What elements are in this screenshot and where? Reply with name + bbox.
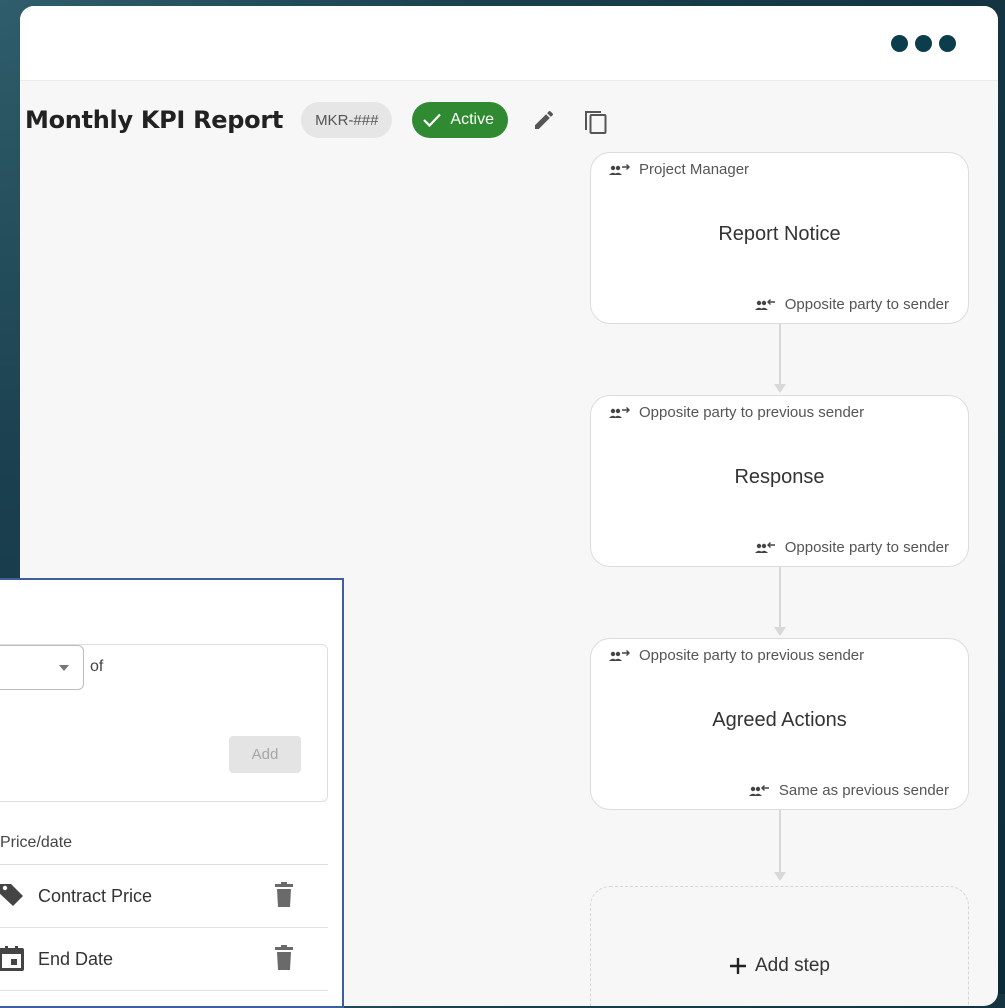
workflow-step[interactable]: Opposite party to previous sender Agreed… (590, 638, 969, 810)
step-from-label: Opposite party to previous sender (639, 404, 865, 421)
top-bar (20, 6, 998, 81)
column-header: Price/date (0, 834, 73, 851)
step-connector (779, 324, 781, 384)
workflow-step[interactable]: Opposite party to previous sender Respon… (590, 395, 969, 567)
copy-button[interactable] (580, 104, 612, 136)
dot (939, 35, 956, 52)
of-label: of (90, 658, 104, 675)
add-step-button[interactable]: Add step (590, 886, 969, 1006)
dot (891, 35, 908, 52)
step-recipient: Opposite party to sender (754, 539, 949, 556)
people-arrow-right-icon (609, 406, 630, 418)
more-options-icon[interactable] (891, 35, 956, 52)
connector-arrow (774, 384, 786, 393)
step-connector (779, 810, 781, 872)
pencil-icon (535, 110, 554, 129)
step-from-label: Opposite party to previous sender (639, 647, 865, 664)
step-to-label: Opposite party to sender (784, 539, 949, 556)
code-badge: MKR-### (301, 102, 393, 138)
delete-button[interactable] (274, 945, 294, 976)
step-sender: Opposite party to previous sender (609, 647, 864, 664)
step-recipient: Opposite party to sender (754, 296, 949, 313)
connector-arrow (774, 627, 786, 636)
add-button[interactable]: Add (229, 736, 301, 773)
dot (915, 35, 932, 52)
tag-icon (0, 883, 28, 914)
people-arrow-right-icon (609, 649, 630, 661)
workflow-step[interactable]: Project Manager Report Notice Opposite p… (590, 152, 969, 324)
people-arrow-right-icon (609, 163, 630, 175)
step-connector (779, 567, 781, 627)
row-label: Contract Price (38, 886, 153, 906)
step-title: Response (734, 466, 825, 488)
trash-icon (275, 945, 293, 970)
step-title: Agreed Actions (712, 709, 847, 731)
row-label: End Date (38, 949, 114, 969)
trash-icon (275, 882, 293, 907)
step-recipient: Same as previous sender (748, 782, 949, 799)
step-to-label: Same as previous sender (778, 782, 949, 799)
status-badge: Active (412, 102, 508, 138)
step-from-label: Project Manager (639, 161, 750, 178)
step-sender: Opposite party to previous sender (609, 404, 864, 421)
calendar-icon (0, 945, 28, 977)
field-select[interactable] (0, 645, 84, 690)
status-label: Active (450, 111, 494, 128)
price-date-panel: of Add Price/date Contract Price End Dat… (0, 578, 344, 1008)
add-step-label: Add step (755, 955, 830, 976)
people-arrow-left-icon (748, 784, 769, 796)
table-row: End Date (0, 928, 328, 991)
delete-button[interactable] (274, 882, 294, 913)
connector-arrow (774, 872, 786, 881)
plus-icon (730, 958, 746, 974)
add-form: of Add (0, 644, 328, 802)
copy-icon (585, 111, 607, 134)
page-title: Monthly KPI Report (25, 106, 284, 134)
title-row: Monthly KPI Report MKR-### Active (25, 100, 612, 140)
table-row: Contract Price (0, 865, 328, 928)
step-title: Report Notice (718, 223, 841, 245)
people-arrow-left-icon (754, 541, 775, 553)
step-sender: Project Manager (609, 161, 749, 178)
caret-down-icon (59, 665, 69, 671)
check-icon (423, 113, 442, 128)
edit-button[interactable] (528, 104, 560, 136)
step-to-label: Opposite party to sender (784, 296, 949, 313)
people-arrow-left-icon (754, 298, 775, 310)
